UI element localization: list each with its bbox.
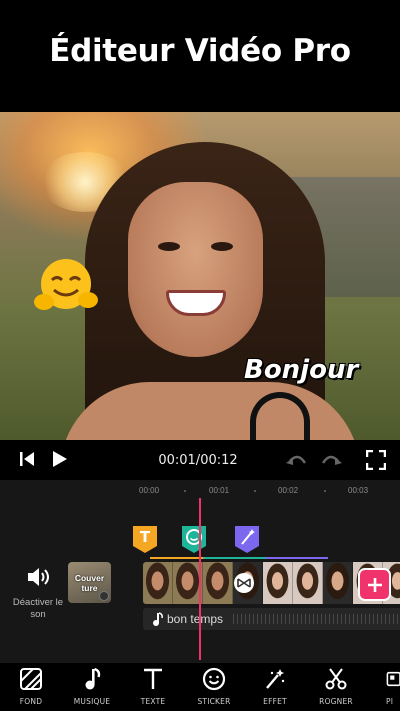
promo-header: Éditeur Vidéo Pro bbox=[0, 0, 400, 112]
text-sticker[interactable]: Bonjour bbox=[244, 355, 358, 385]
hugging-face-emoji-icon[interactable] bbox=[32, 254, 100, 322]
tool-label: PI bbox=[386, 697, 394, 706]
clip-thumbnail bbox=[203, 562, 233, 604]
effect-marker-icon[interactable] bbox=[233, 524, 261, 554]
ruler-label: 00:00 bbox=[139, 486, 160, 495]
tool-label: EFFET bbox=[263, 697, 287, 706]
clip-thumbnail bbox=[143, 562, 173, 604]
undo-icon[interactable] bbox=[285, 452, 307, 468]
ruler-dot bbox=[184, 490, 186, 492]
tool-label: STICKER bbox=[197, 697, 231, 706]
cover-label: Couver ture bbox=[74, 572, 105, 593]
music-icon bbox=[85, 667, 101, 690]
video-preview[interactable]: Bonjour bbox=[0, 112, 400, 440]
subject-face bbox=[128, 182, 263, 357]
smile bbox=[166, 290, 226, 316]
mute-button[interactable]: Déactiver le son bbox=[10, 566, 66, 621]
bottom-toolbar: FOND MUSIQUE TEXTE STICKER EFFET ROGNER … bbox=[0, 663, 400, 711]
music-note-icon bbox=[153, 612, 163, 626]
speaker-icon bbox=[28, 568, 49, 586]
transition-button[interactable] bbox=[234, 573, 254, 593]
pip-icon bbox=[386, 671, 400, 687]
redo-icon[interactable] bbox=[321, 452, 343, 468]
right-eye bbox=[211, 242, 233, 251]
tool-fond[interactable]: FOND bbox=[0, 663, 62, 706]
ruler-dot bbox=[254, 490, 256, 492]
clip-thumbnail bbox=[323, 562, 353, 604]
scissors-icon bbox=[325, 668, 347, 690]
fullscreen-icon[interactable] bbox=[366, 450, 386, 470]
add-clip-button[interactable] bbox=[358, 568, 391, 601]
tool-sticker[interactable]: STICKER bbox=[183, 663, 245, 706]
text-icon bbox=[144, 668, 162, 689]
transition-icon bbox=[237, 578, 251, 588]
playhead[interactable] bbox=[199, 498, 201, 660]
tool-label: MUSIQUE bbox=[73, 697, 111, 706]
cover-button[interactable]: Couver ture bbox=[68, 562, 111, 603]
music-track-name: bon temps bbox=[167, 612, 224, 626]
sticker-marker-icon[interactable] bbox=[180, 524, 208, 554]
tool-effet[interactable]: EFFET bbox=[244, 663, 306, 706]
ruler-label: 00:03 bbox=[348, 486, 369, 495]
tool-musique[interactable]: MUSIQUE bbox=[61, 663, 123, 706]
clip-thumbnail bbox=[293, 562, 323, 604]
edit-pencil-icon bbox=[99, 591, 109, 601]
time-display: 00:01/00:12 bbox=[158, 453, 238, 468]
ruler-dot bbox=[324, 490, 326, 492]
plus-icon bbox=[367, 577, 382, 592]
background-icon bbox=[20, 668, 42, 690]
music-track[interactable]: bon temps bbox=[143, 608, 400, 630]
tool-label: TEXTE bbox=[140, 697, 166, 706]
marker-label: T bbox=[140, 528, 151, 546]
effect-icon bbox=[266, 669, 285, 689]
tool-label: FOND bbox=[19, 697, 43, 706]
tool-rogner[interactable]: ROGNER bbox=[305, 663, 367, 706]
page-title: Éditeur Vidéo Pro bbox=[49, 33, 351, 69]
player-controls: 00:01/00:12 bbox=[0, 440, 400, 480]
ruler-label: 00:02 bbox=[278, 486, 299, 495]
tool-pip[interactable]: PI bbox=[366, 663, 400, 706]
mute-label: Déactiver le son bbox=[12, 597, 64, 620]
audio-waveform bbox=[233, 614, 400, 624]
tool-label: ROGNER bbox=[319, 697, 353, 706]
text-marker-icon[interactable]: T bbox=[131, 524, 159, 554]
tool-texte[interactable]: TEXTE bbox=[122, 663, 184, 706]
clip-thumbnail bbox=[263, 562, 293, 604]
ruler-label: 00:01 bbox=[209, 486, 230, 495]
overlay-track-line bbox=[150, 557, 328, 559]
sticker-icon bbox=[202, 667, 226, 691]
left-eye bbox=[158, 242, 180, 251]
